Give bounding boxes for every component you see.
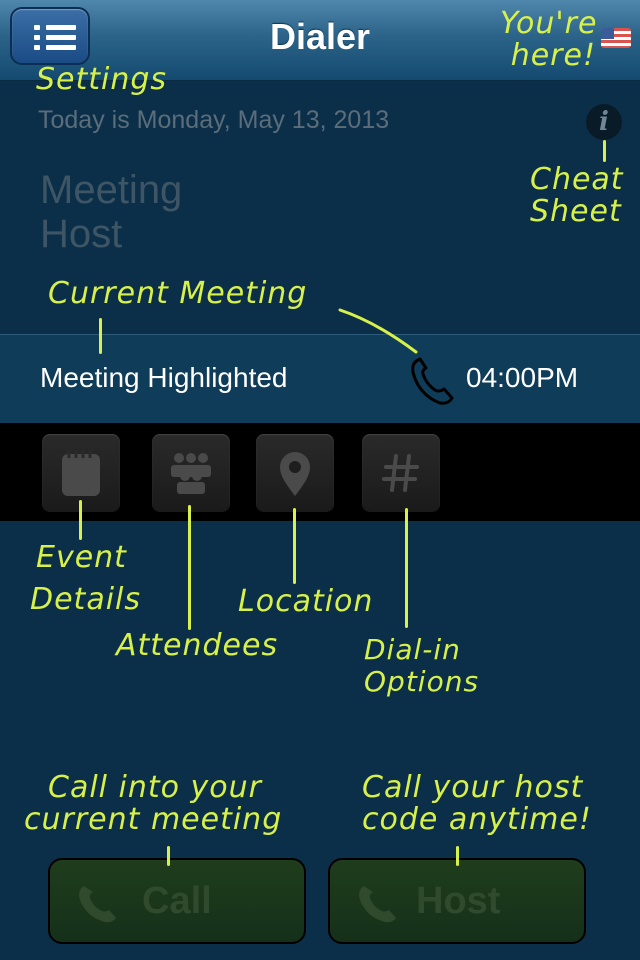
- annotation-attendees: Attendees: [116, 628, 279, 663]
- annotation-line: current meeting: [24, 802, 283, 837]
- annotation-pointer: [293, 508, 296, 584]
- annotation-line: code anytime!: [362, 802, 592, 837]
- phone-icon[interactable]: [410, 356, 456, 406]
- dial-in-options-button[interactable]: [362, 434, 440, 512]
- attendees-button[interactable]: [152, 434, 230, 512]
- annotation-host: Call your host code anytime!: [362, 772, 592, 836]
- annotation-dial-in-options: Dial-in Options: [364, 634, 479, 698]
- annotation-line: Call into your: [48, 770, 262, 805]
- meeting-name: Meeting Highlighted: [40, 362, 288, 393]
- annotation-pointer: [603, 140, 606, 162]
- location-button[interactable]: [256, 434, 334, 512]
- call-button[interactable]: Call: [48, 858, 306, 944]
- annotation-youre-here: You're here!: [500, 8, 596, 72]
- info-icon[interactable]: i: [586, 104, 622, 140]
- hash-icon: [382, 454, 419, 492]
- us-flag-icon[interactable]: [601, 28, 631, 48]
- annotation-line: Dial-in: [364, 633, 461, 666]
- annotation-pointer: [405, 508, 408, 628]
- host-button[interactable]: Host: [328, 858, 586, 944]
- phone-icon: [79, 886, 116, 923]
- annotation-line: Details: [30, 582, 142, 617]
- meeting-host-heading: Meeting Host: [40, 168, 240, 256]
- annotation-line: You're: [500, 6, 598, 41]
- call-button-label: Call: [142, 880, 212, 922]
- annotation-line: Sheet: [530, 194, 622, 229]
- date-text: Today is Monday, May 13, 2013: [38, 106, 390, 134]
- annotation-location: Location: [238, 584, 374, 619]
- heading-line: Host: [40, 212, 123, 256]
- annotation-current-meeting: Current Meeting: [48, 276, 308, 311]
- annotation-settings: Settings: [36, 62, 168, 97]
- annotation-event-details: Event Details: [30, 542, 141, 616]
- annotation-line: here!: [510, 38, 596, 73]
- annotation-pointer: [167, 846, 170, 866]
- annotation-line: Options: [364, 665, 480, 698]
- attendees-icon: [171, 453, 211, 494]
- host-button-label: Host: [416, 880, 501, 922]
- phone-icon: [359, 886, 396, 923]
- annotation-line: Cheat: [530, 162, 624, 197]
- annotation-pointer: [188, 505, 191, 630]
- annotation-cheat-sheet: Cheat Sheet: [530, 164, 624, 228]
- annotation-line: Event: [36, 540, 127, 575]
- annotation-pointer: [99, 318, 102, 354]
- annotation-pointer: [338, 308, 418, 354]
- annotation-pointer: [456, 846, 459, 866]
- meeting-time: 04:00PM: [466, 362, 579, 393]
- annotation-line: Call your host: [362, 770, 584, 805]
- annotation-call: Call into your current meeting: [24, 772, 282, 836]
- annotation-pointer: [79, 500, 82, 540]
- heading-line: Meeting: [40, 168, 183, 212]
- location-pin-icon: [280, 452, 310, 496]
